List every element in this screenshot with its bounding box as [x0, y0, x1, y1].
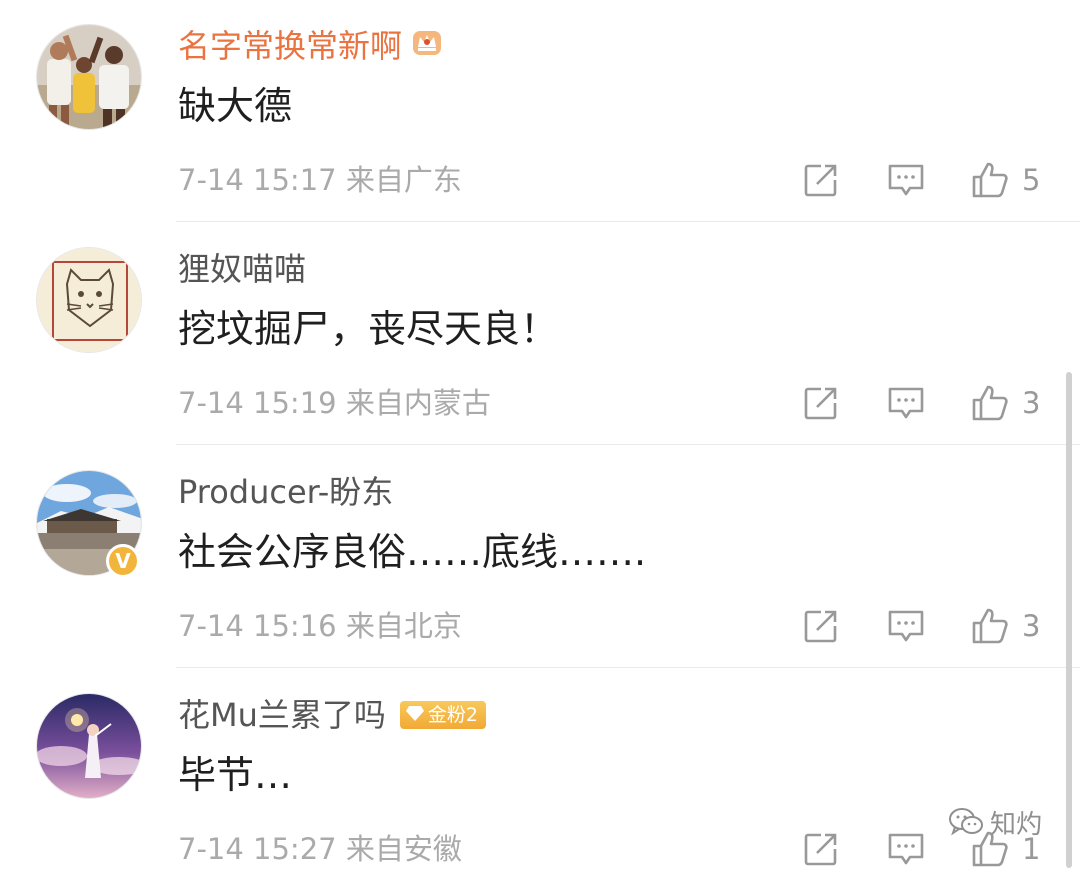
username[interactable]: 狸奴喵喵 [178, 249, 306, 289]
comment-location: 来自内蒙古 [345, 386, 491, 420]
username-text[interactable]: 狸奴喵喵 [178, 249, 306, 289]
comment-icon [888, 833, 924, 865]
username[interactable]: Producer-盼东 [178, 472, 393, 512]
divider [176, 667, 1080, 668]
comment-item: 名字常换常新啊 缺大德 7-14 15:17 来自广东 5 [0, 0, 1080, 222]
comment-icon [888, 610, 924, 642]
thumbs-up-icon [972, 162, 1008, 198]
reply-button[interactable] [886, 160, 926, 200]
comment-location: 来自北京 [345, 609, 462, 643]
like-count: 3 [1022, 609, 1041, 643]
share-button[interactable] [802, 606, 840, 646]
share-button[interactable] [802, 160, 840, 200]
avatar[interactable] [36, 693, 142, 799]
reply-button[interactable] [886, 829, 926, 869]
username-text[interactable]: 名字常换常新啊 [178, 26, 402, 66]
watermark-text: 知灼 [990, 809, 1043, 840]
verified-badge-icon: V [106, 544, 140, 578]
username[interactable]: 名字常换常新啊 [178, 26, 444, 66]
diamond-icon [405, 701, 424, 729]
comment-meta: 7-14 15:27 来自安徽 [178, 829, 462, 869]
comment-text: 挖坟掘尸，丧尽天良！ [178, 307, 559, 351]
comment-text: 缺大德 [178, 84, 293, 128]
crown-icon [410, 25, 444, 68]
fan-badge: 金粉2 [399, 701, 486, 729]
like-button[interactable]: 3 [970, 383, 1040, 423]
comment-meta: 7-14 15:17 来自广东 [178, 160, 462, 200]
share-button[interactable] [802, 829, 840, 869]
share-icon [804, 610, 837, 643]
comment-text: 毕节… [178, 753, 293, 797]
reply-button[interactable] [886, 383, 926, 423]
thumbs-up-icon [972, 385, 1008, 421]
avatar[interactable] [36, 24, 142, 130]
comment-icon [888, 164, 924, 196]
watermark: 知灼 [948, 806, 1043, 840]
comment-location: 来自安徽 [345, 832, 462, 866]
fan-badge-label: 金粉2 [427, 704, 478, 726]
comment-icon [888, 387, 924, 419]
like-button[interactable]: 3 [970, 606, 1040, 646]
reply-button[interactable] [886, 606, 926, 646]
share-button[interactable] [802, 383, 840, 423]
comment-meta: 7-14 15:16 来自北京 [178, 606, 462, 646]
comment-item: V Producer-盼东 社会公序良俗……底线……. 7-14 15:16 来… [0, 446, 1080, 668]
comment-time: 7-14 15:16 [178, 609, 337, 643]
username-text[interactable]: Producer-盼东 [178, 472, 393, 512]
comment-item: 花Mu兰累了吗 金粉2 毕节… 7-14 15:27 来自安徽 1 [0, 669, 1080, 891]
comment-item: 狸奴喵喵 挖坟掘尸，丧尽天良！ 7-14 15:19 来自内蒙古 3 [0, 223, 1080, 445]
divider [176, 444, 1080, 445]
like-button[interactable]: 5 [970, 160, 1040, 200]
scrollbar[interactable] [1066, 372, 1072, 868]
share-icon [804, 387, 837, 420]
divider [176, 221, 1080, 222]
share-icon [804, 164, 837, 197]
comment-text: 社会公序良俗……底线……. [178, 530, 647, 574]
comment-location: 来自广东 [345, 163, 462, 197]
comment-time: 7-14 15:27 [178, 832, 337, 866]
comment-time: 7-14 15:17 [178, 163, 337, 197]
share-icon [804, 833, 837, 866]
username[interactable]: 花Mu兰累了吗 金粉2 [178, 695, 486, 735]
like-count: 5 [1022, 163, 1041, 197]
like-count: 3 [1022, 386, 1041, 420]
wechat-icon [949, 808, 983, 836]
avatar[interactable] [36, 247, 142, 353]
thumbs-up-icon [972, 608, 1008, 644]
comment-time: 7-14 15:19 [178, 386, 337, 420]
comment-meta: 7-14 15:19 来自内蒙古 [178, 383, 491, 423]
username-text[interactable]: 花Mu兰累了吗 [178, 695, 386, 735]
